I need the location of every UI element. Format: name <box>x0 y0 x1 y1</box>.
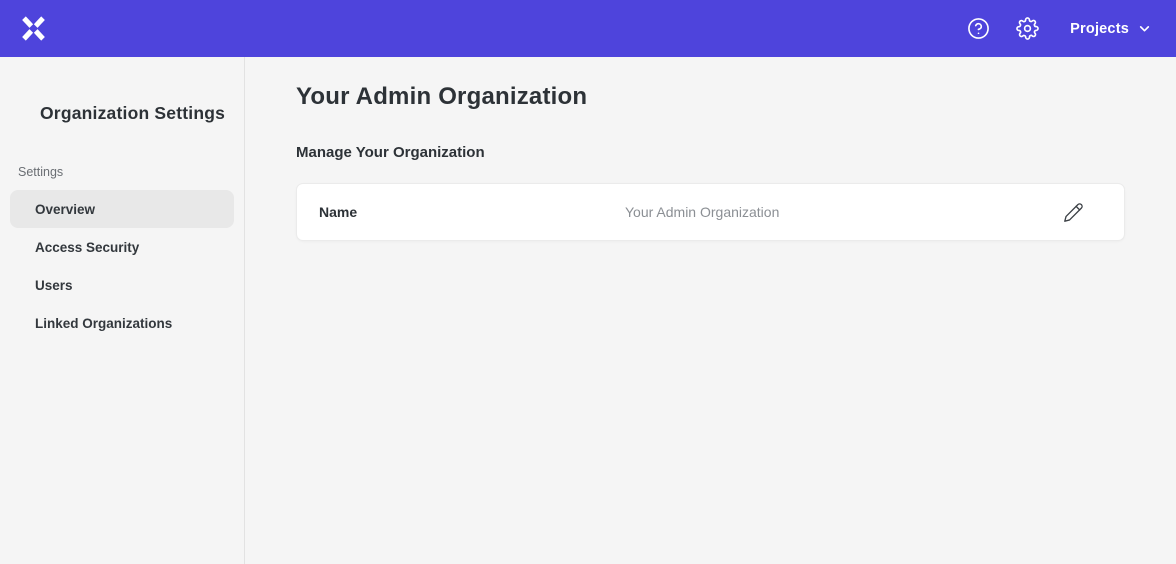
name-field-card: Name Your Admin Organization <box>296 183 1125 241</box>
section-title: Manage Your Organization <box>296 144 1125 161</box>
help-circle-icon <box>967 17 990 40</box>
sidebar-item-linked-organizations[interactable]: Linked Organizations <box>10 304 234 342</box>
name-field-value: Your Admin Organization <box>625 204 1063 220</box>
sidebar: Organization Settings Settings Overview … <box>0 57 245 564</box>
gear-icon <box>1016 17 1039 40</box>
edit-name-button[interactable] <box>1063 202 1084 223</box>
projects-label: Projects <box>1070 21 1129 37</box>
main-content: Your Admin Organization Manage Your Orga… <box>245 57 1176 564</box>
chevron-down-icon <box>1138 22 1151 35</box>
sidebar-title: Organization Settings <box>40 103 244 124</box>
sidebar-item-label: Linked Organizations <box>35 316 172 331</box>
sidebar-item-label: Users <box>35 278 73 293</box>
sidebar-nav: Overview Access Security Users Linked Or… <box>0 190 244 342</box>
sidebar-item-label: Overview <box>35 202 95 217</box>
pencil-icon <box>1063 202 1084 223</box>
sidebar-item-access-security[interactable]: Access Security <box>10 228 234 266</box>
topbar-actions: Projects <box>967 17 1151 40</box>
app-body: Organization Settings Settings Overview … <box>0 57 1176 564</box>
top-navigation-bar: Projects <box>0 0 1176 57</box>
sidebar-item-label: Access Security <box>35 240 139 255</box>
sidebar-item-users[interactable]: Users <box>10 266 234 304</box>
help-button[interactable] <box>967 17 990 40</box>
projects-menu[interactable]: Projects <box>1070 21 1151 37</box>
sidebar-section-label: Settings <box>18 165 244 179</box>
settings-button[interactable] <box>1016 17 1039 40</box>
brand-logo[interactable] <box>20 16 47 41</box>
brand-x-logo-icon <box>20 16 47 41</box>
name-field-label: Name <box>319 204 625 220</box>
page-title: Your Admin Organization <box>296 83 1125 111</box>
sidebar-item-overview[interactable]: Overview <box>10 190 234 228</box>
